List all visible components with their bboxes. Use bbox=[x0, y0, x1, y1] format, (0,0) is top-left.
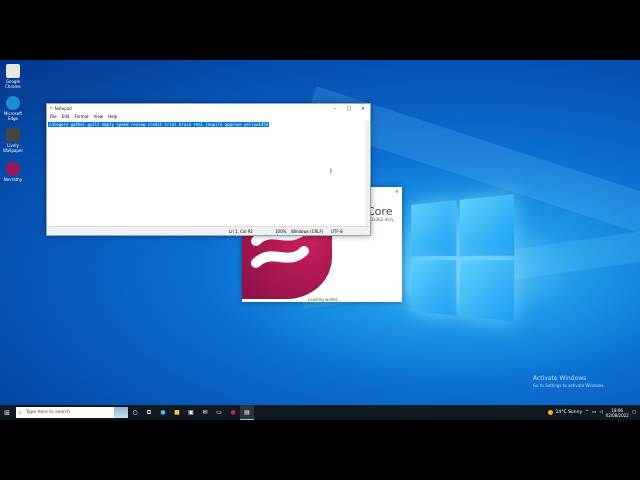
notepad-window[interactable]: *- Notepad – □ × File Edit Format View H… bbox=[46, 103, 371, 236]
weather-icon bbox=[547, 410, 553, 415]
search-box[interactable]: ⌕ Type here to search bbox=[16, 407, 128, 418]
search-highlight-image bbox=[114, 407, 128, 418]
encoding: UTF-8 bbox=[331, 229, 343, 234]
splash-loading-text: Loading wallet... bbox=[308, 297, 341, 302]
windows-logo-wallpaper bbox=[411, 194, 516, 324]
desktop: Google Chrome Microsoft Edge Lively Wall… bbox=[0, 60, 640, 420]
search-icon: ⌕ bbox=[19, 409, 22, 416]
edge-icon bbox=[6, 96, 20, 110]
chevron-up-icon[interactable]: ^ bbox=[585, 410, 589, 415]
store-icon[interactable]: ▣ bbox=[184, 405, 198, 420]
desktop-icon-label: Google Chrome bbox=[5, 79, 21, 89]
notepad-titlebar[interactable]: *- Notepad – □ × bbox=[47, 104, 370, 113]
text-cursor-icon: I bbox=[330, 168, 332, 175]
taskbar: ⊞ ⌕ Type here to search ○ ⧉ ● ■ ▣ ✉ ▭ ● … bbox=[0, 405, 640, 420]
notepad-statusbar: Ln 1, Col 92 100% Windows (CRLF) UTF-8 bbox=[47, 226, 370, 235]
network-icon[interactable]: ▭ bbox=[592, 410, 596, 415]
core-app-icon[interactable]: ● bbox=[226, 405, 240, 420]
notification-icon[interactable]: ▢ bbox=[632, 410, 636, 415]
vertical-scrollbar[interactable] bbox=[365, 121, 370, 227]
desktop-icon-label: Nevrathy bbox=[3, 177, 23, 182]
close-icon[interactable]: × bbox=[395, 189, 399, 195]
minimize-button[interactable]: – bbox=[328, 106, 342, 112]
zoom-level: 100% bbox=[275, 229, 287, 234]
menu-view[interactable]: View bbox=[94, 114, 104, 119]
close-button[interactable]: × bbox=[356, 106, 370, 112]
task-view-icon[interactable]: ⧉ bbox=[142, 405, 156, 420]
maximize-button[interactable]: □ bbox=[342, 106, 356, 112]
activation-title: Activate Windows bbox=[533, 375, 587, 382]
file-explorer-icon[interactable]: ■ bbox=[170, 405, 184, 420]
mail-icon[interactable]: ✉ bbox=[198, 405, 212, 420]
activation-subtitle: Go to Settings to activate Windows. bbox=[533, 383, 605, 388]
clock[interactable]: 18:06 02/08/2022 bbox=[606, 408, 629, 418]
app-icon bbox=[6, 162, 20, 176]
start-button[interactable]: ⊞ bbox=[0, 405, 14, 420]
desktop-icon-app[interactable]: Nevrathy bbox=[2, 162, 24, 182]
notepad-menubar: File Edit Format View Help bbox=[47, 113, 370, 120]
cortana-icon[interactable]: ○ bbox=[128, 405, 142, 420]
menu-edit[interactable]: Edit bbox=[62, 114, 70, 119]
chrome-icon bbox=[6, 64, 20, 78]
notepad-title: *- Notepad bbox=[50, 106, 72, 111]
terminal-icon[interactable]: ▭ bbox=[212, 405, 226, 420]
menu-help[interactable]: Help bbox=[108, 114, 117, 119]
desktop-icon-edge[interactable]: Microsoft Edge bbox=[2, 96, 24, 121]
volume-icon[interactable]: ◁ bbox=[599, 410, 602, 415]
selected-text: category gather guilt empty speed review… bbox=[48, 122, 270, 127]
notepad-text-area[interactable]: category gather guilt empty speed review… bbox=[47, 121, 365, 227]
desktop-icon-label: Microsoft Edge bbox=[3, 111, 23, 121]
system-tray: 24°C Sunny ^ ▭ ◁ 18:06 02/08/2022 ▢ bbox=[547, 405, 640, 420]
menu-format[interactable]: Format bbox=[74, 114, 88, 119]
edge-icon[interactable]: ● bbox=[156, 405, 170, 420]
notepad-taskbar-icon[interactable]: ▤ bbox=[240, 405, 254, 420]
desktop-icon-label: Lively Wallpaper bbox=[2, 143, 23, 153]
clock-date: 02/08/2022 bbox=[605, 412, 629, 418]
line-ending: Windows (CRLF) bbox=[291, 229, 324, 234]
menu-file[interactable]: File bbox=[50, 114, 57, 119]
app-icon bbox=[6, 128, 20, 142]
desktop-icon-lively[interactable]: Lively Wallpaper bbox=[2, 128, 24, 153]
cursor-position: Ln 1, Col 92 bbox=[229, 229, 253, 234]
weather-text[interactable]: 24°C Sunny bbox=[556, 410, 583, 415]
activation-watermark: Activate Windows Go to Settings to activ… bbox=[533, 375, 605, 388]
search-placeholder: Type here to search bbox=[25, 410, 71, 415]
desktop-icon-chrome[interactable]: Google Chrome bbox=[2, 64, 24, 89]
